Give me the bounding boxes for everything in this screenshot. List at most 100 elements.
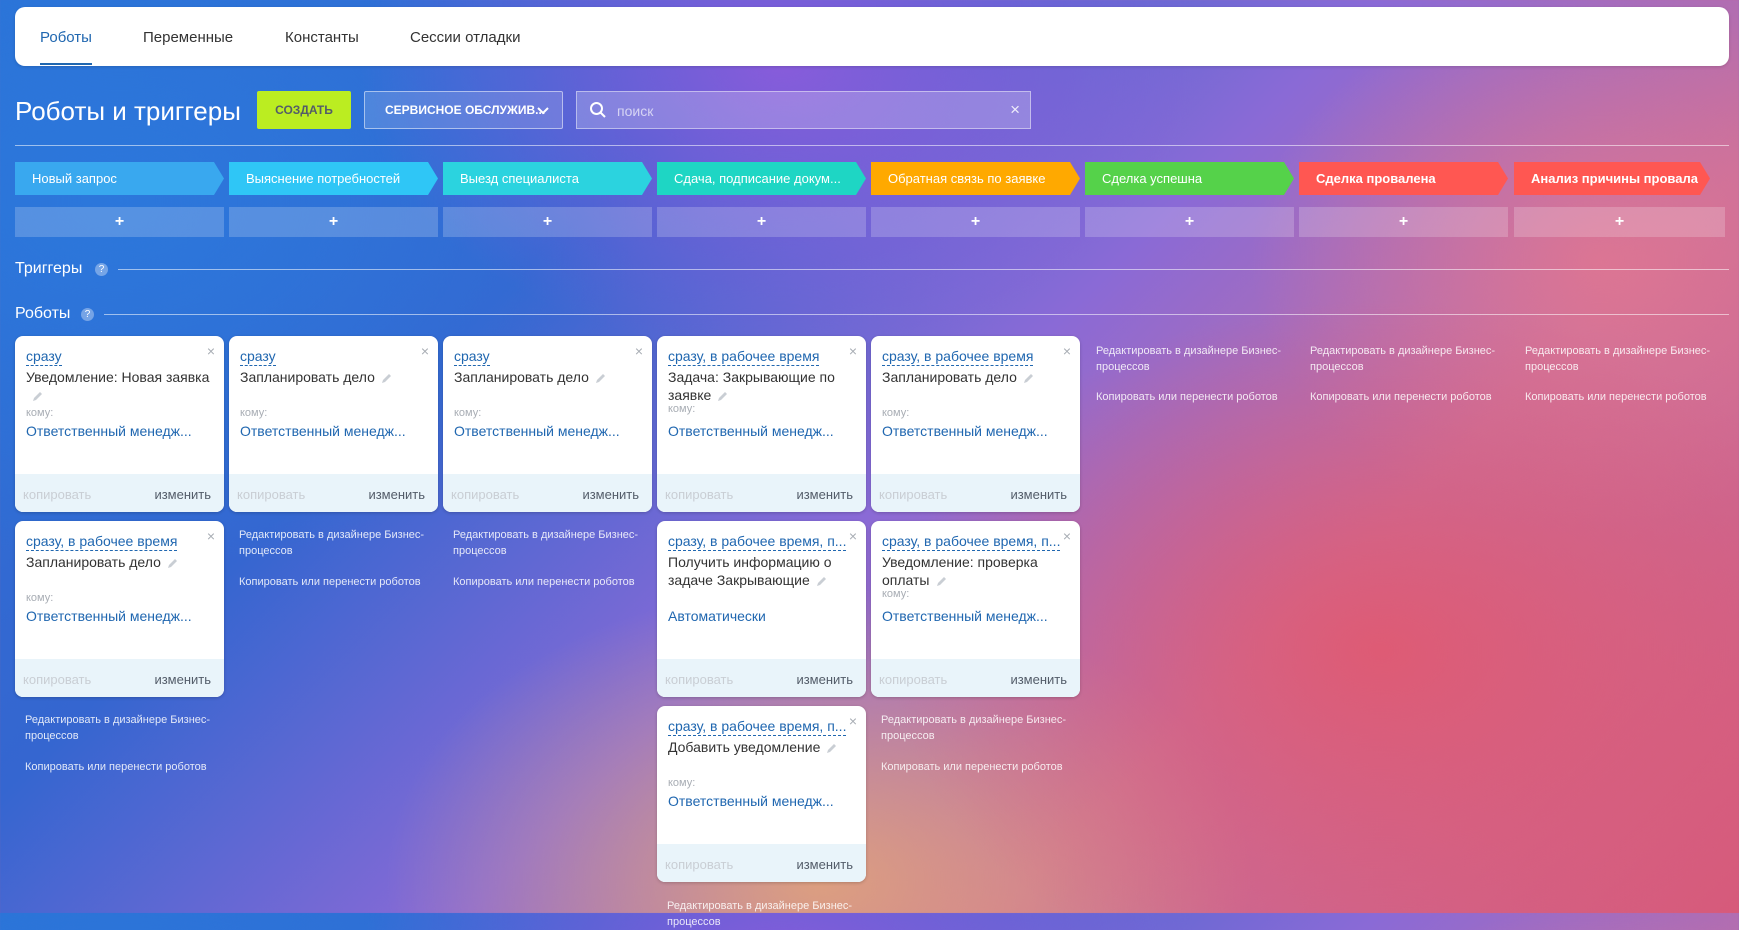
create-button[interactable]: СОЗДАТЬ <box>257 91 351 129</box>
edit-robot-link[interactable]: изменить <box>582 487 639 502</box>
copy-move-robots-link[interactable]: Копировать или перенести роботов <box>453 574 635 590</box>
robot-delay-link[interactable]: сразу, в рабочее время <box>668 348 820 366</box>
robot-delay-link[interactable]: сразу, в рабочее время <box>26 533 178 551</box>
tab-variables[interactable]: Переменные <box>143 29 233 46</box>
delete-robot-icon[interactable]: × <box>207 343 215 359</box>
help-icon[interactable]: ? <box>81 308 94 321</box>
pencil-icon[interactable] <box>167 558 178 569</box>
robot-card[interactable]: сразу, в рабочее время, п... × Добавить … <box>657 706 866 882</box>
robot-delay-link[interactable]: сразу <box>26 348 62 366</box>
edit-robot-link[interactable]: изменить <box>796 487 853 502</box>
stage-signing[interactable]: Сдача, подписание докум... <box>657 162 866 195</box>
robot-card[interactable]: сразу × Уведомление: Новая заявка кому: … <box>15 336 224 512</box>
stage-deal-won[interactable]: Сделка успешна <box>1085 162 1294 195</box>
stage-feedback[interactable]: Обратная связь по заявке <box>871 162 1080 195</box>
robot-title: Добавить уведомление <box>668 739 821 755</box>
robot-delay-link[interactable]: сразу <box>454 348 490 366</box>
robot-delay-link[interactable]: сразу, в рабочее время, п... <box>668 718 847 736</box>
recipient-value[interactable]: Ответственный менедж... <box>26 608 214 624</box>
edit-robot-link[interactable]: изменить <box>1010 672 1067 687</box>
tab-robots[interactable]: Роботы <box>40 29 92 65</box>
pencil-icon[interactable] <box>595 373 606 384</box>
robot-card[interactable]: сразу, в рабочее время × Запланировать д… <box>15 521 224 697</box>
pencil-icon[interactable] <box>936 576 947 587</box>
recipient-value[interactable]: Ответственный менедж... <box>26 423 214 439</box>
add-trigger-button[interactable]: + <box>443 207 652 237</box>
delete-robot-icon[interactable]: × <box>1063 343 1071 359</box>
delete-robot-icon[interactable]: × <box>849 343 857 359</box>
edit-robot-link[interactable]: изменить <box>154 672 211 687</box>
tab-debug-sessions[interactable]: Сессии отладки <box>410 29 520 46</box>
pencil-icon[interactable] <box>816 576 827 587</box>
robot-card[interactable]: сразу, в рабочее время × Задача: Закрыва… <box>657 336 866 512</box>
recipient-value[interactable]: Ответственный менедж... <box>882 608 1070 624</box>
delete-robot-icon[interactable]: × <box>635 343 643 359</box>
stage-loss-analysis[interactable]: Анализ причины провала <box>1514 162 1710 195</box>
copy-move-robots-link[interactable]: Копировать или перенести роботов <box>25 759 207 775</box>
pencil-icon[interactable] <box>826 743 837 754</box>
robot-delay-link[interactable]: сразу, в рабочее время, п... <box>668 533 847 551</box>
edit-robot-link[interactable]: изменить <box>368 487 425 502</box>
add-trigger-button[interactable]: + <box>1299 207 1508 237</box>
edit-robot-link[interactable]: изменить <box>154 487 211 502</box>
stage-label: Новый запрос <box>32 171 117 186</box>
pencil-icon[interactable] <box>717 391 728 402</box>
category-dropdown[interactable]: СЕРВИСНОЕ ОБСЛУЖИВ... <box>364 91 563 129</box>
add-trigger-button[interactable]: + <box>1514 207 1725 237</box>
stage-needs[interactable]: Выяснение потребностей <box>229 162 438 195</box>
recipient-value[interactable]: Автоматически <box>668 608 856 624</box>
copy-move-robots-link[interactable]: Копировать или перенести роботов <box>239 574 421 590</box>
clear-search-icon[interactable]: × <box>1010 100 1020 120</box>
robot-card[interactable]: сразу × Запланировать дело кому: Ответст… <box>443 336 652 512</box>
delete-robot-icon[interactable]: × <box>207 528 215 544</box>
search-input[interactable] <box>615 92 999 130</box>
edit-in-designer-link[interactable]: Редактировать в дизайнере Бизнес-процесс… <box>239 527 439 559</box>
delete-robot-icon[interactable]: × <box>1063 528 1071 544</box>
robot-card[interactable]: сразу × Запланировать дело кому: Ответст… <box>229 336 438 512</box>
edit-in-designer-link[interactable]: Редактировать в дизайнере Бизнес-процесс… <box>1310 343 1510 375</box>
edit-in-designer-link[interactable]: Редактировать в дизайнере Бизнес-процесс… <box>1525 343 1725 375</box>
pencil-icon[interactable] <box>32 391 43 402</box>
robot-delay-link[interactable]: сразу <box>240 348 276 366</box>
add-trigger-button[interactable]: + <box>871 207 1080 237</box>
robot-delay-link[interactable]: сразу, в рабочее время, п... <box>882 533 1061 551</box>
stage-deal-lost[interactable]: Сделка провалена <box>1299 162 1508 195</box>
edit-in-designer-link[interactable]: Редактировать в дизайнере Бизнес-процесс… <box>25 712 225 744</box>
add-trigger-button[interactable]: + <box>229 207 438 237</box>
add-trigger-button[interactable]: + <box>657 207 866 237</box>
robot-card[interactable]: сразу, в рабочее время, п... × Получить … <box>657 521 866 697</box>
edit-in-designer-link[interactable]: Редактировать в дизайнере Бизнес-процесс… <box>667 898 867 930</box>
delete-robot-icon[interactable]: × <box>421 343 429 359</box>
edit-robot-link[interactable]: изменить <box>796 672 853 687</box>
pencil-icon[interactable] <box>381 373 392 384</box>
help-icon[interactable]: ? <box>95 263 108 276</box>
edit-in-designer-link[interactable]: Редактировать в дизайнере Бизнес-процесс… <box>453 527 653 559</box>
pencil-icon[interactable] <box>1023 373 1034 384</box>
recipient-value[interactable]: Ответственный менедж... <box>668 793 856 809</box>
delete-robot-icon[interactable]: × <box>849 528 857 544</box>
copy-move-robots-link[interactable]: Копировать или перенести роботов <box>1310 389 1492 405</box>
recipient-value[interactable]: Ответственный менедж... <box>668 423 856 439</box>
robot-card[interactable]: сразу, в рабочее время × Запланировать д… <box>871 336 1080 512</box>
robot-card[interactable]: сразу, в рабочее время, п... × Уведомлен… <box>871 521 1080 697</box>
edit-robot-link[interactable]: изменить <box>796 857 853 872</box>
copy-move-robots-link[interactable]: Копировать или перенести роботов <box>1096 389 1278 405</box>
copy-move-robots-link[interactable]: Копировать или перенести роботов <box>881 759 1063 775</box>
robot-name: Получить информацию о задаче Закрывающие <box>668 553 856 589</box>
recipient-value[interactable]: Ответственный менедж... <box>454 423 642 439</box>
edit-robot-link[interactable]: изменить <box>1010 487 1067 502</box>
stage-new-request[interactable]: Новый запрос <box>15 162 224 195</box>
tab-constants[interactable]: Константы <box>285 29 359 46</box>
recipient-label: кому: <box>882 407 910 419</box>
edit-in-designer-link[interactable]: Редактировать в дизайнере Бизнес-процесс… <box>1096 343 1296 375</box>
edit-in-designer-link[interactable]: Редактировать в дизайнере Бизнес-процесс… <box>881 712 1081 744</box>
add-trigger-button[interactable]: + <box>15 207 224 237</box>
robot-delay-link[interactable]: сразу, в рабочее время <box>882 348 1034 366</box>
stage-specialist-visit[interactable]: Выезд специалиста <box>443 162 652 195</box>
recipient-value[interactable]: Ответственный менедж... <box>240 423 428 439</box>
recipient-value[interactable]: Ответственный менедж... <box>882 423 1070 439</box>
delete-robot-icon[interactable]: × <box>849 713 857 729</box>
add-trigger-button[interactable]: + <box>1085 207 1294 237</box>
copy-move-robots-link[interactable]: Копировать или перенести роботов <box>1525 389 1707 405</box>
robot-title: Запланировать дело <box>454 369 589 385</box>
